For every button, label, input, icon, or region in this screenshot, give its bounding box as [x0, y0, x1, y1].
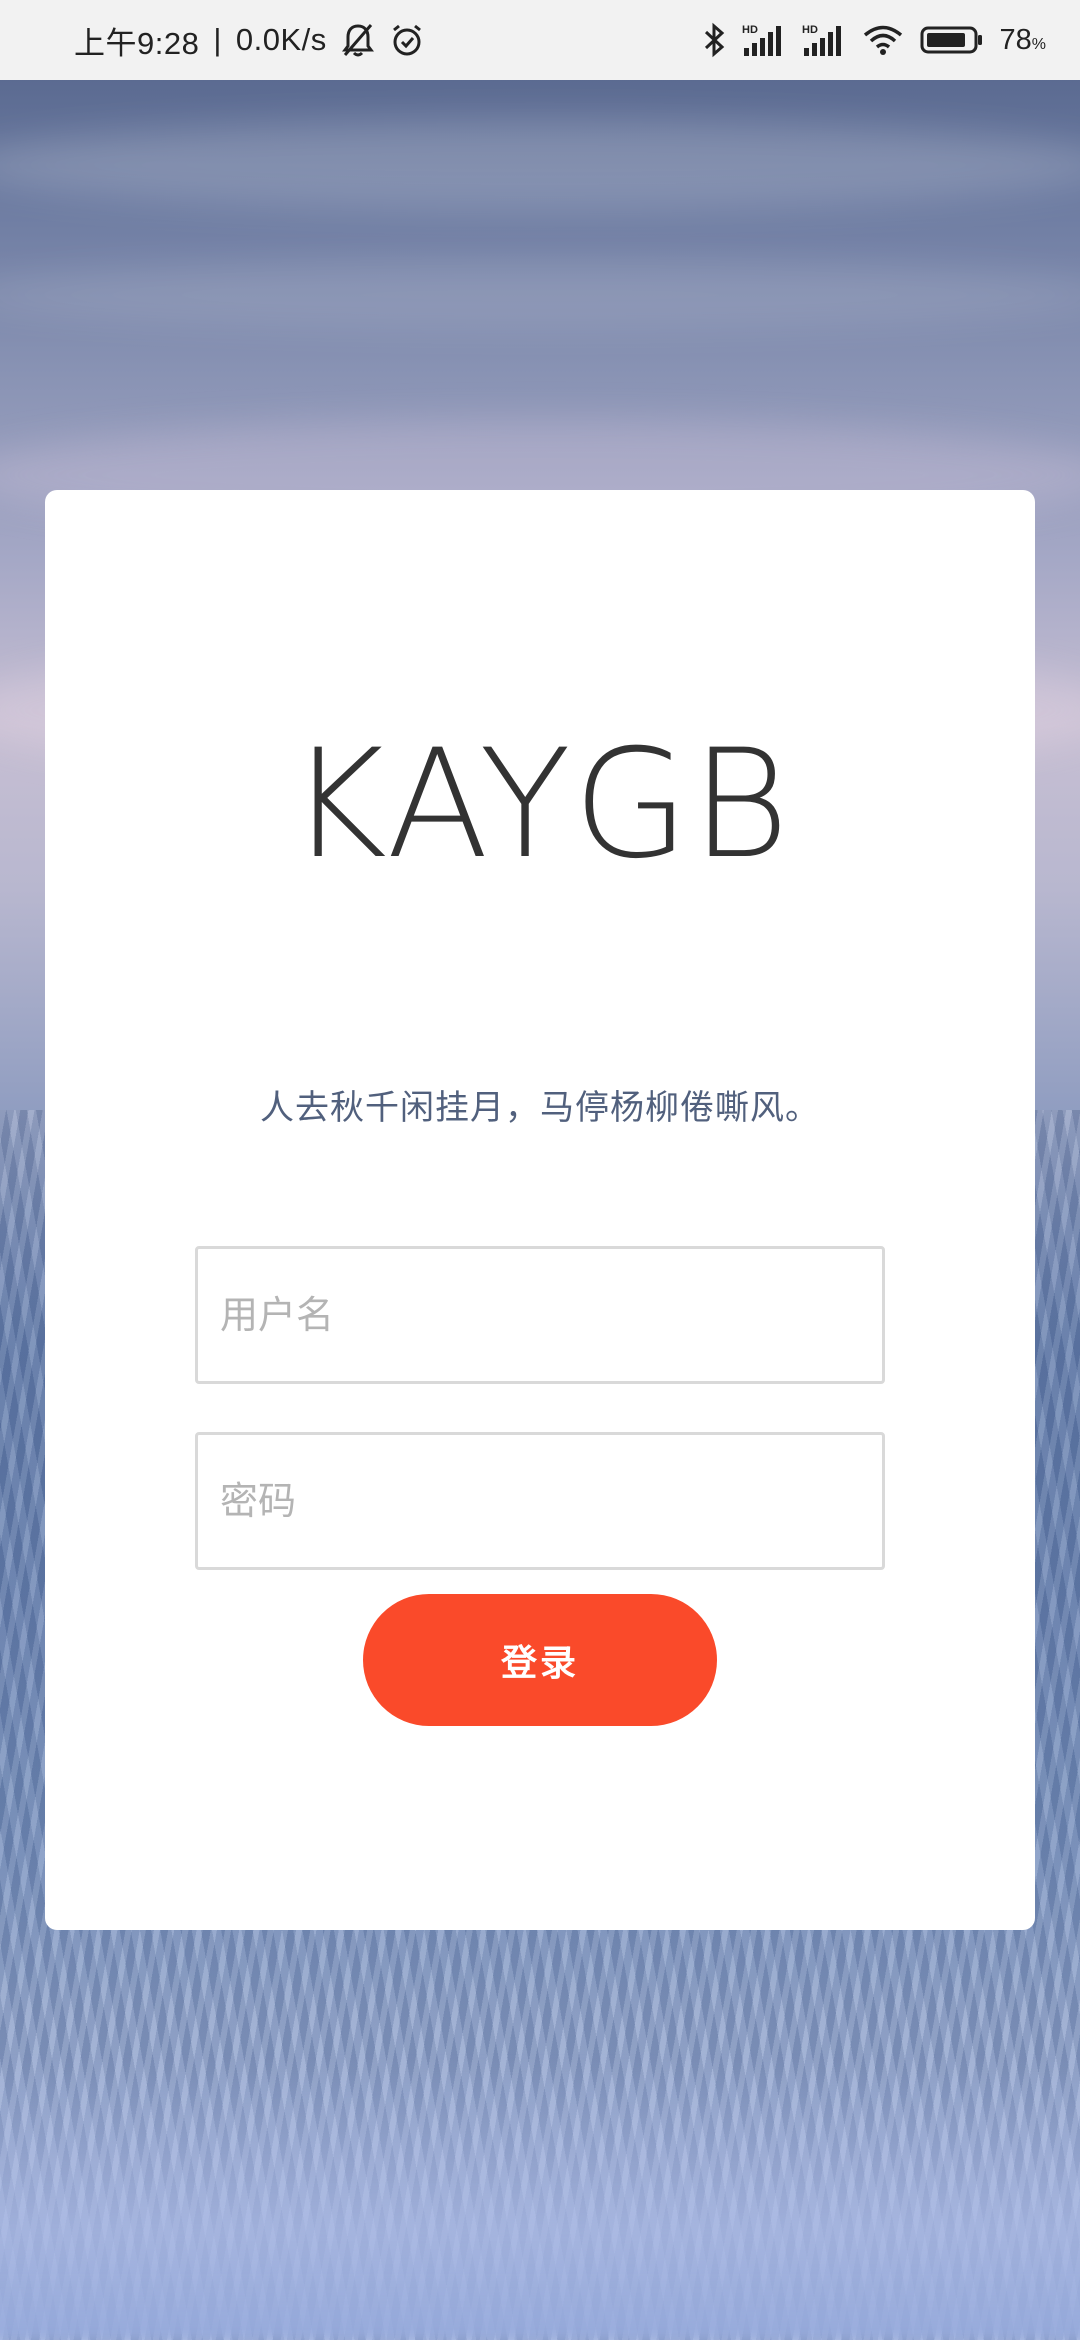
- bluetooth-icon: [702, 22, 726, 58]
- status-left: 上午9:28 | 0.0K/s: [74, 0, 425, 80]
- svg-text:HD: HD: [802, 24, 818, 36]
- battery-percent: 78%: [999, 23, 1047, 56]
- status-bar: 上午9:28 | 0.0K/s HD HD 78%: [0, 0, 1080, 80]
- wifi-icon: [862, 22, 904, 58]
- background-cloud: [0, 260, 1080, 330]
- bell-muted-icon: [341, 22, 375, 58]
- brand-title: KAYGB: [288, 718, 792, 892]
- status-right: HD HD 78%: [702, 0, 1047, 80]
- background-cloud: [0, 120, 1080, 210]
- battery-unit: %: [1031, 35, 1046, 53]
- poem-subtitle: 人去秋千闲挂月，马停杨柳倦嘶风。: [260, 1088, 820, 1128]
- login-screen: 上午9:28 | 0.0K/s HD HD 78% KAYGB 人去秋千闲挂月，…: [0, 0, 1080, 2340]
- hd-signal-icon: HD: [742, 22, 786, 58]
- background-mist: [0, 2060, 1080, 2340]
- login-button[interactable]: 登录: [363, 1594, 717, 1726]
- login-card: KAYGB 人去秋千闲挂月，马停杨柳倦嘶风。 登录: [45, 490, 1035, 1930]
- status-time: 上午9:28: [74, 25, 200, 61]
- network-speed: 0.0K/s: [235, 22, 327, 57]
- password-input[interactable]: [195, 1432, 885, 1570]
- alarm-icon: [389, 22, 425, 58]
- status-separator: |: [213, 22, 222, 57]
- username-input[interactable]: [195, 1246, 885, 1384]
- battery-icon: [920, 22, 984, 58]
- svg-text:HD: HD: [742, 24, 758, 36]
- hd-signal-icon: HD: [802, 22, 846, 58]
